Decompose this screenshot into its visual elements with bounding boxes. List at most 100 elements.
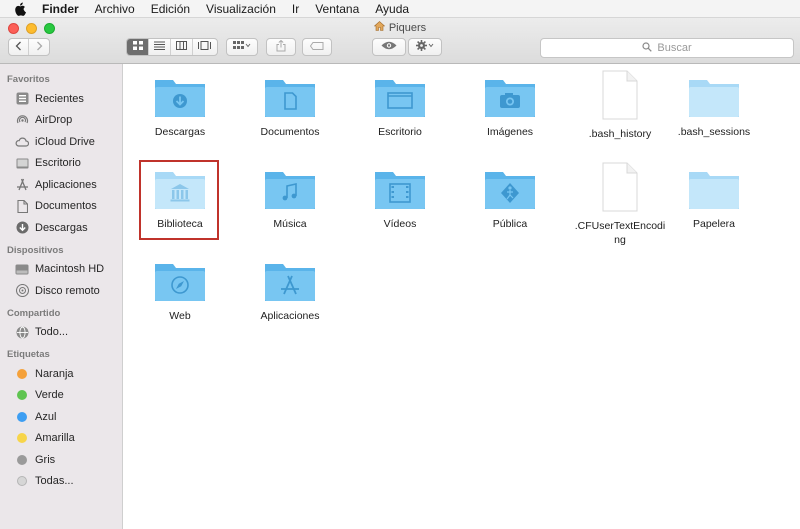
file-item-bash-sessions[interactable]: .bash_sessions bbox=[659, 76, 769, 139]
sidebar-item-airdrop[interactable]: AirDrop bbox=[0, 110, 122, 132]
tag-dot-icon bbox=[15, 367, 29, 381]
document-icon bbox=[15, 199, 29, 213]
window-titlebar: Piquers Buscar bbox=[0, 18, 800, 64]
search-placeholder: Buscar bbox=[657, 42, 692, 54]
file-item-aplicaciones[interactable]: Aplicaciones bbox=[235, 260, 345, 323]
gallery-view-icon bbox=[197, 41, 211, 53]
remote-disc-icon bbox=[15, 284, 29, 298]
file-item-papelera[interactable]: Papelera bbox=[659, 168, 769, 231]
file-item-label: Música bbox=[273, 218, 307, 230]
sidebar-item-label: Todas... bbox=[35, 475, 74, 488]
file-item-label: Descargas bbox=[154, 126, 206, 138]
edit-tags-button[interactable] bbox=[302, 38, 332, 56]
menu-finder[interactable]: Finder bbox=[42, 2, 79, 16]
sidebar-tag-naranja[interactable]: Naranja bbox=[0, 363, 122, 385]
list-view-icon bbox=[154, 41, 165, 53]
file-item-documentos[interactable]: Documentos bbox=[235, 76, 345, 139]
group-by-button[interactable] bbox=[226, 38, 258, 56]
window-title-text: Piquers bbox=[388, 21, 427, 34]
sidebar-tag-gris[interactable]: Gris bbox=[0, 449, 122, 471]
menu-edicion[interactable]: Edición bbox=[151, 2, 190, 16]
sidebar-tag-azul[interactable]: Azul bbox=[0, 406, 122, 428]
view-mode-selector bbox=[126, 38, 218, 56]
home-icon bbox=[373, 21, 386, 34]
gallery-view-button[interactable] bbox=[193, 39, 215, 55]
sidebar-item-escritorio[interactable]: Escritorio bbox=[0, 153, 122, 175]
file-item-label: Web bbox=[169, 310, 191, 322]
apple-logo-icon[interactable] bbox=[14, 2, 28, 16]
window-title: Piquers bbox=[0, 21, 800, 34]
sidebar-item-macintosh-hd[interactable]: Macintosh HD bbox=[0, 259, 122, 281]
action-menu-button[interactable] bbox=[408, 38, 442, 56]
sidebar-item-documentos[interactable]: Documentos bbox=[0, 196, 122, 218]
menu-bar: Finder Archivo Edición Visualización Ir … bbox=[0, 0, 800, 18]
file-item-label: Papelera bbox=[692, 218, 736, 230]
sidebar-tag-amarilla[interactable]: Amarilla bbox=[0, 428, 122, 450]
file-item-escritorio[interactable]: Escritorio bbox=[345, 76, 455, 139]
sidebar-item-label: Aplicaciones bbox=[35, 178, 97, 191]
sidebar-item-disco-remoto[interactable]: Disco remoto bbox=[0, 280, 122, 302]
sidebar-item-label: Macintosh HD bbox=[35, 263, 105, 276]
navigation-buttons bbox=[8, 38, 50, 56]
search-field[interactable]: Buscar bbox=[540, 38, 794, 58]
documents-folder-icon bbox=[264, 76, 316, 121]
eye-icon bbox=[381, 41, 397, 53]
sidebar-section-dispositivos: Dispositivos bbox=[7, 244, 64, 256]
file-item-web[interactable]: Web bbox=[125, 260, 235, 323]
quick-look-button[interactable] bbox=[372, 38, 406, 56]
tag-dot-icon bbox=[15, 388, 29, 402]
desktop-folder-icon bbox=[374, 76, 426, 121]
library-folder-icon bbox=[154, 168, 206, 213]
file-item-label: .CFUserTextEncoding bbox=[574, 220, 666, 246]
tag-dot-icon bbox=[15, 453, 29, 467]
sidebar-item-aplicaciones[interactable]: Aplicaciones bbox=[0, 174, 122, 196]
sites-folder-icon bbox=[154, 260, 206, 305]
sidebar-item-todo[interactable]: Todo... bbox=[0, 322, 122, 344]
sidebar-item-descargas[interactable]: Descargas bbox=[0, 217, 122, 239]
faded-folder-icon bbox=[688, 76, 740, 121]
toolbar: Buscar bbox=[0, 38, 800, 60]
sidebar-tag-todas[interactable]: Todas... bbox=[0, 471, 122, 493]
share-icon bbox=[276, 39, 286, 55]
menu-ir[interactable]: Ir bbox=[292, 2, 299, 16]
file-item-biblioteca[interactable]: Biblioteca bbox=[125, 168, 235, 231]
file-item-label: Escritorio bbox=[378, 126, 422, 138]
menu-ventana[interactable]: Ventana bbox=[315, 2, 359, 16]
tag-dot-icon bbox=[15, 474, 29, 488]
applications-icon bbox=[15, 178, 29, 192]
forward-button[interactable] bbox=[29, 39, 49, 55]
sidebar-item-icloud-drive[interactable]: iCloud Drive bbox=[0, 131, 122, 153]
airdrop-icon bbox=[15, 113, 29, 127]
hard-drive-icon bbox=[15, 262, 29, 276]
file-item-videos[interactable]: Vídeos bbox=[345, 168, 455, 231]
file-item-imagenes[interactable]: Imágenes bbox=[455, 76, 565, 139]
music-folder-icon bbox=[264, 168, 316, 213]
file-item-musica[interactable]: Música bbox=[235, 168, 345, 231]
menu-visualizacion[interactable]: Visualización bbox=[206, 2, 276, 16]
tag-dot-icon bbox=[15, 431, 29, 445]
column-view-icon bbox=[176, 41, 187, 53]
faded-folder-icon bbox=[688, 168, 740, 213]
tag-icon bbox=[309, 41, 324, 53]
sidebar-item-recientes[interactable]: Recientes bbox=[0, 88, 122, 110]
sidebar-item-label: Disco remoto bbox=[35, 284, 100, 297]
public-folder-icon bbox=[484, 168, 536, 213]
file-item-publica[interactable]: Pública bbox=[455, 168, 565, 231]
icon-view-icon bbox=[132, 41, 143, 53]
file-item-label: .bash_sessions bbox=[677, 126, 751, 138]
menu-archivo[interactable]: Archivo bbox=[95, 2, 135, 16]
share-button[interactable] bbox=[266, 38, 296, 56]
applications-folder-icon bbox=[264, 260, 316, 305]
file-item-descargas[interactable]: Descargas bbox=[125, 76, 235, 139]
sidebar-tag-verde[interactable]: Verde bbox=[0, 385, 122, 407]
list-view-button[interactable] bbox=[149, 39, 171, 55]
column-view-button[interactable] bbox=[171, 39, 193, 55]
sidebar-item-label: Recientes bbox=[35, 92, 84, 105]
menu-ayuda[interactable]: Ayuda bbox=[375, 2, 409, 16]
generic-file-icon bbox=[600, 70, 640, 123]
icon-view-button[interactable] bbox=[127, 39, 149, 55]
back-button[interactable] bbox=[9, 39, 29, 55]
sidebar-item-label: Gris bbox=[35, 453, 56, 466]
gear-icon bbox=[416, 40, 434, 54]
file-item-label: Pública bbox=[492, 218, 528, 230]
